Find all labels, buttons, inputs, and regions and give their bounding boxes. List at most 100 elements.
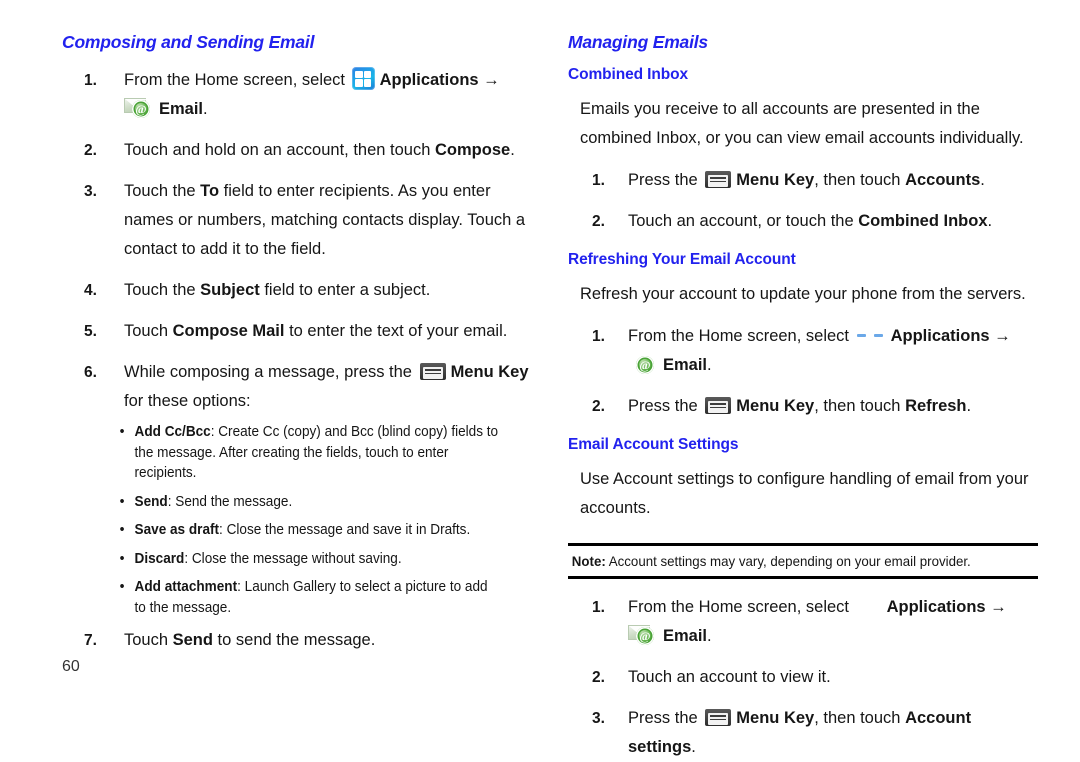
- arrow-right-icon: →: [985, 598, 1007, 616]
- menu-key-icon: [705, 709, 732, 726]
- menu-options-list: • Add Cc/Bcc: Create Cc (copy) and Bcc (…: [62, 422, 532, 618]
- step-text-post: .: [987, 212, 993, 230]
- email-label: Email: [159, 100, 204, 118]
- applications-label: Applications: [886, 598, 986, 616]
- step-text-post: .: [707, 627, 712, 645]
- option-term: Add attachment: [134, 579, 238, 595]
- option-description: : Close the message without saving.: [184, 550, 402, 567]
- menu-key-icon: [419, 363, 446, 380]
- email-envelope-at-icon: @: [124, 96, 154, 119]
- step-text-pre: Touch an account to view it.: [628, 668, 831, 686]
- step-number: 6.: [84, 364, 97, 381]
- refreshing-steps-list: 1. From the Home screen, select Applicat…: [568, 322, 1038, 421]
- step-number: 2.: [592, 398, 605, 415]
- step-text-post: .: [980, 171, 985, 189]
- list-item: 2. Touch and hold on an account, then to…: [62, 136, 532, 165]
- step-number: 3.: [84, 183, 97, 200]
- step-emphasis: Menu Key: [450, 363, 529, 381]
- step-text-pre: Press the: [628, 709, 703, 727]
- composing-steps-list: 1. From the Home screen, select Applicat…: [62, 66, 532, 416]
- step-text-post: .: [966, 397, 972, 415]
- step-number: 5.: [84, 323, 97, 340]
- note-text: Account settings may vary, depending on …: [605, 553, 971, 569]
- arrow-right-icon: →: [989, 327, 1011, 345]
- step-number: 1.: [592, 328, 605, 345]
- applications-label: Applications: [890, 327, 990, 345]
- email-label: Email: [663, 627, 708, 645]
- step-text-post: to enter the text of your email.: [284, 322, 508, 340]
- step-text-pre: From the Home screen, select: [628, 327, 854, 345]
- subsection-title-refreshing: Refreshing Your Email Account: [568, 251, 796, 268]
- step-number: 2.: [592, 669, 605, 686]
- step-emphasis-2: Refresh: [905, 397, 967, 415]
- step-text-pre: Touch an account, or touch the: [628, 212, 859, 230]
- page-number: 60: [62, 658, 80, 675]
- step-emphasis: Menu Key: [736, 397, 815, 415]
- step-emphasis: Menu Key: [736, 709, 815, 727]
- note-callout: Note: Account settings may vary, dependi…: [568, 543, 1038, 579]
- list-item: • Discard: Close the message without sav…: [62, 549, 499, 570]
- subsection-title-account-settings: Email Account Settings: [568, 436, 739, 453]
- section-title-managing-emails: Managing Emails: [568, 32, 708, 52]
- email-envelope-at-icon: @: [628, 623, 658, 646]
- list-item: • Save as draft: Close the message and s…: [62, 520, 499, 541]
- step-emphasis: Combined Inbox: [858, 212, 988, 230]
- menu-key-icon: [705, 397, 732, 414]
- applications-grid-icon-missing: [856, 597, 882, 617]
- list-item: 1. Press the Menu Key, then touch Accoun…: [568, 166, 1038, 195]
- applications-label: Applications: [379, 71, 479, 89]
- list-item: 6. While composing a message, press the …: [62, 358, 532, 416]
- step-emphasis: Subject: [200, 281, 260, 299]
- step-text-mid: , then touch: [814, 171, 906, 189]
- subsection-title-combined-inbox: Combined Inbox: [568, 66, 689, 83]
- step-number: 1.: [592, 172, 605, 189]
- list-item: 1. From the Home screen, select Applicat…: [568, 593, 1038, 651]
- step-number: 1.: [84, 72, 97, 89]
- list-item: 3. Touch the To field to enter recipient…: [62, 177, 532, 264]
- step-text-pre: Touch the: [124, 182, 201, 200]
- step-text-post: for these options:: [124, 392, 251, 410]
- step-text-pre: Touch: [124, 631, 173, 649]
- step-number: 3.: [592, 710, 605, 727]
- step-text-mid: , then touch: [814, 397, 906, 415]
- bullet-icon: •: [119, 521, 125, 538]
- option-term: Save as draft: [134, 522, 220, 538]
- step-text-pre: While composing a message, press the: [124, 363, 417, 381]
- list-item: 7. Touch Send to send the message.: [62, 626, 532, 655]
- refreshing-paragraph: Refresh your account to update your phon…: [580, 285, 1026, 303]
- step-number: 2.: [84, 142, 97, 159]
- option-term: Discard: [134, 550, 185, 567]
- note-label: Note:: [571, 553, 606, 569]
- manual-page: Composing and Sending Email 1. From the …: [0, 0, 1080, 756]
- email-at-icon: @: [628, 352, 658, 375]
- bullet-icon: •: [119, 423, 125, 440]
- step-text-pre: From the Home screen, select: [628, 598, 854, 616]
- list-item: 2. Touch an account, or touch the Combin…: [568, 207, 1038, 236]
- list-item: 5. Touch Compose Mail to enter the text …: [62, 317, 532, 346]
- step-emphasis: Send: [172, 631, 213, 649]
- step-text-post: .: [691, 738, 696, 756]
- option-description: : Send the message.: [167, 493, 293, 510]
- step-text-pre: Press the: [628, 171, 703, 189]
- composing-steps-list-continued: 7. Touch Send to send the message.: [62, 626, 532, 655]
- list-item: 4. Touch the Subject field to enter a su…: [62, 276, 532, 305]
- step-text-pre: Press the: [628, 397, 703, 415]
- step-emphasis: To: [200, 182, 220, 200]
- list-item: 2. Press the Menu Key, then touch Refres…: [568, 392, 1038, 421]
- note-body: Note: Account settings may vary, dependi…: [568, 546, 1015, 576]
- note-bottom-rule: [568, 576, 1038, 579]
- list-item: 3. Press the Menu Key, then touch Accoun…: [568, 704, 1038, 762]
- combined-inbox-paragraph: Emails you receive to all accounts are p…: [580, 100, 1024, 147]
- step-text-post: .: [707, 356, 712, 374]
- applications-grid-icon-faded: [856, 326, 886, 346]
- list-item: • Add attachment: Launch Gallery to sele…: [62, 577, 499, 618]
- page-title: Composing and Sending Email: [62, 32, 315, 52]
- email-label: Email: [663, 356, 708, 374]
- bullet-icon: •: [119, 578, 125, 595]
- left-column: Composing and Sending Email 1. From the …: [62, 32, 532, 655]
- combined-inbox-steps-list: 1. Press the Menu Key, then touch Accoun…: [568, 166, 1038, 236]
- step-text-pre: From the Home screen, select: [124, 71, 350, 89]
- step-text-post: to send the message.: [212, 631, 376, 649]
- arrow-right-icon: →: [478, 71, 500, 89]
- step-emphasis: Compose: [435, 141, 511, 159]
